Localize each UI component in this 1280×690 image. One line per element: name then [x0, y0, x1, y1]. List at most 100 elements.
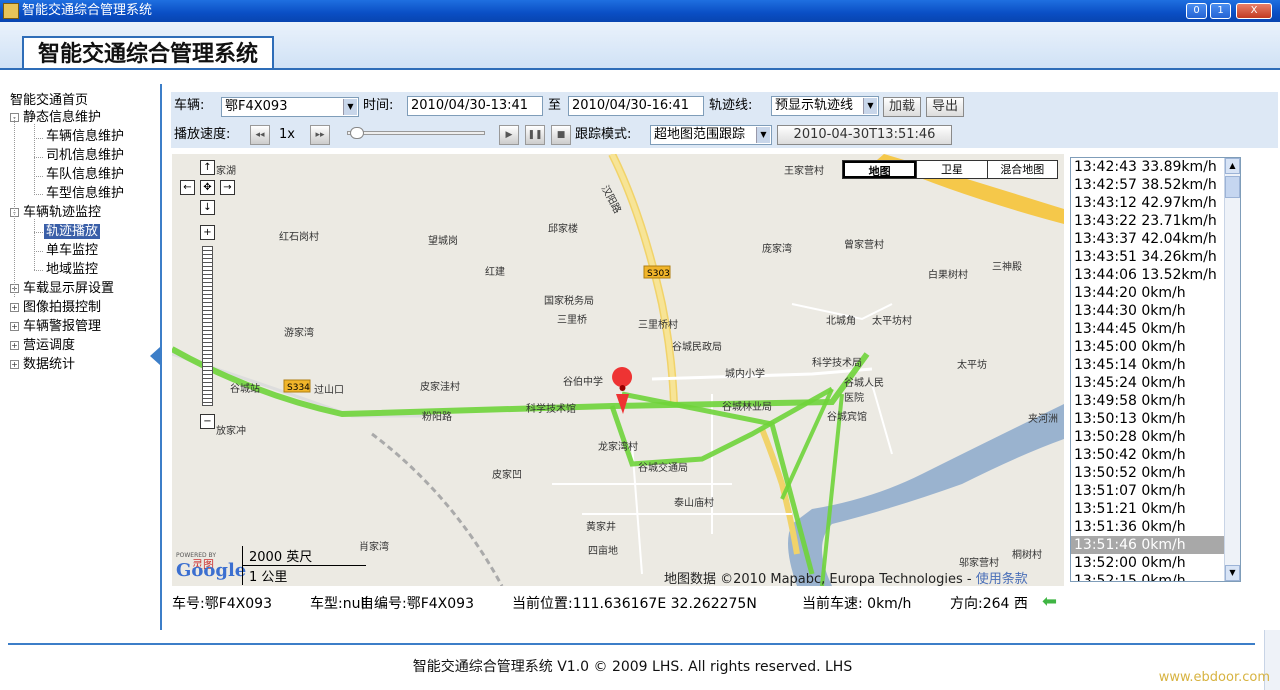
track-select[interactable]: 预显示轨迹线 ▼ [771, 96, 879, 116]
track-point-item[interactable]: 13:50:13 0km/h [1071, 410, 1240, 428]
collapse-sidebar-arrow-icon[interactable] [150, 347, 160, 365]
track-point-item[interactable]: 13:43:37 42.04km/h [1071, 230, 1240, 248]
status-self-no: 自编号:鄂F4X093 [360, 596, 474, 612]
track-point-item[interactable]: 13:43:22 23.71km/h [1071, 212, 1240, 230]
follow-mode-select[interactable]: 超地图范围跟踪 ▼ [650, 125, 772, 145]
terms-link[interactable]: 使用条款 [976, 572, 1028, 586]
track-point-item[interactable]: 13:42:43 33.89km/h [1071, 158, 1240, 176]
time-from-input[interactable]: 2010/04/30-13:41 [407, 96, 543, 116]
footer-copyright: 智能交通综合管理系统 V1.0 © 2009 LHS. All rights r… [412, 659, 853, 675]
fast-forward-button[interactable]: ▸▸ [310, 125, 330, 145]
zoom-slider[interactable] [202, 246, 213, 406]
track-point-item[interactable]: 13:52:00 0km/h [1071, 554, 1240, 572]
export-button[interactable]: 导出 [926, 97, 964, 117]
track-point-item[interactable]: 13:44:30 0km/h [1071, 302, 1240, 320]
map-place-label: 科学技术馆 [526, 404, 576, 415]
vehicle-select[interactable]: 鄂F4X093 ▼ [221, 97, 359, 117]
track-point-item[interactable]: 13:44:06 13.52km/h [1071, 266, 1240, 284]
vehicle-select-value: 鄂F4X093 [225, 99, 288, 114]
track-point-item[interactable]: 13:42:57 38.52km/h [1071, 176, 1240, 194]
sidebar-item-driver-info[interactable]: 司机信息维护 [46, 146, 124, 165]
map-place-label: 谷城宾馆 [827, 412, 867, 423]
scroll-up-icon[interactable]: ▲ [1225, 158, 1240, 174]
map-place-label: 谷城交通局 [638, 463, 688, 474]
map-place-label: 桐树村 [1012, 550, 1042, 561]
speed-label: 播放速度: [174, 127, 231, 142]
track-point-item[interactable]: 13:52:15 0km/h [1071, 572, 1240, 581]
maximize-button[interactable]: 1 [1210, 3, 1231, 19]
rewind-button[interactable]: ◂◂ [250, 125, 270, 145]
sidebar-item-label: 车型信息维护 [46, 186, 125, 201]
list-scrollbar[interactable]: ▲ ▼ [1224, 158, 1240, 581]
pan-center-icon[interactable]: ✥ [200, 180, 215, 195]
pan-right-icon[interactable]: → [220, 180, 235, 195]
track-point-item[interactable]: 13:50:42 0km/h [1071, 446, 1240, 464]
track-point-item[interactable]: 13:45:24 0km/h [1071, 374, 1240, 392]
track-point-item[interactable]: 13:45:00 0km/h [1071, 338, 1240, 356]
scale-metric: 1 公里 [242, 565, 366, 585]
window-titlebar: 智能交通综合管理系统 0 1 X [0, 0, 1280, 22]
track-point-item[interactable]: 13:44:45 0km/h [1071, 320, 1240, 338]
track-point-item[interactable]: 13:43:51 34.26km/h [1071, 248, 1240, 266]
track-point-item[interactable]: 13:44:20 0km/h [1071, 284, 1240, 302]
minimize-button[interactable]: 0 [1186, 3, 1207, 19]
track-point-item[interactable]: 13:50:52 0km/h [1071, 464, 1240, 482]
track-point-item[interactable]: 13:51:07 0km/h [1071, 482, 1240, 500]
svg-text:S303: S303 [647, 269, 670, 279]
map-type-satellite[interactable]: 卫星 [916, 161, 986, 178]
map-place-label: 曾家营村 [844, 240, 884, 251]
vehicle-label: 车辆: [174, 98, 205, 113]
sidebar-item-fleet-info[interactable]: 车队信息维护 [46, 165, 124, 184]
track-point-item[interactable]: 13:50:28 0km/h [1071, 428, 1240, 446]
slider-knob[interactable] [350, 127, 364, 139]
pan-left-icon[interactable]: ← [180, 180, 195, 195]
map-type-switcher: 地图 卫星 混合地图 [842, 160, 1058, 179]
status-direction: 方向:264 西 [950, 596, 1028, 612]
map-canvas[interactable]: S303 S334 家湖 王家营村 红石岗村 望城岗 邱家楼 庞家湾 曾家营村 … [172, 154, 1064, 586]
stop-button[interactable]: ■ [551, 125, 571, 145]
map-place-label: 黄家井 [586, 522, 616, 533]
sidebar-item-vehicle-info[interactable]: 车辆信息维护 [46, 127, 124, 146]
track-point-list[interactable]: 13:42:43 33.89km/h 13:42:57 38.52km/h 13:4… [1070, 157, 1241, 582]
status-speed: 当前车速: 0km/h [802, 596, 912, 612]
map-place-label: 家湖 [216, 166, 236, 177]
copyright-text: 地图数据 ©2010 Mapabc, Europa Technologies - [664, 572, 972, 586]
sidebar-divider [160, 84, 162, 630]
pause-button[interactable]: ❚❚ [525, 125, 545, 145]
track-point-item[interactable]: 13:49:58 0km/h [1071, 392, 1240, 410]
zoom-in-icon[interactable]: + [200, 225, 215, 240]
map-place-label: 王家营村 [784, 166, 824, 177]
scroll-thumb[interactable] [1225, 176, 1240, 198]
scroll-down-icon[interactable]: ▼ [1225, 565, 1240, 581]
progress-slider[interactable] [347, 127, 485, 139]
map-scale: 2000 英尺 1 公里 [242, 546, 366, 585]
app-icon [3, 3, 19, 19]
map-place-label: 过山口 [314, 385, 344, 396]
pan-up-icon[interactable]: ↑ [200, 160, 215, 175]
sidebar-item-label: 司机信息维护 [46, 148, 125, 163]
track-point-item[interactable]: 13:51:46 0km/h [1071, 536, 1240, 554]
map-type-map[interactable]: 地图 [843, 161, 917, 178]
time-to-input[interactable]: 2010/04/30-16:41 [568, 96, 704, 116]
track-point-rows: 13:42:43 33.89km/h 13:42:57 38.52km/h 13:4… [1071, 158, 1240, 581]
play-button[interactable]: ▶ [499, 125, 519, 145]
track-point-item[interactable]: 13:51:21 0km/h [1071, 500, 1240, 518]
map-type-hybrid[interactable]: 混合地图 [986, 161, 1057, 178]
track-point-item[interactable]: 13:43:12 42.97km/h [1071, 194, 1240, 212]
map-place-label: 北城角 [826, 316, 856, 327]
map-place-label: 国家税务局 [544, 296, 594, 307]
map-place-label: 三里桥 [557, 315, 587, 326]
sidebar-item-model-info[interactable]: 车型信息维护 [46, 184, 124, 203]
track-point-item[interactable]: 13:51:36 0km/h [1071, 518, 1240, 536]
map-place-label: 三里桥村 [638, 320, 678, 331]
scale-imperial: 2000 英尺 [242, 546, 366, 565]
track-point-item[interactable]: 13:45:14 0km/h [1071, 356, 1240, 374]
pan-down-icon[interactable]: ↓ [200, 200, 215, 215]
close-button[interactable]: X [1236, 3, 1272, 19]
load-button[interactable]: 加载 [883, 97, 921, 117]
zoom-out-icon[interactable]: − [200, 414, 215, 429]
map-place-label: 皮家凹 [492, 470, 522, 481]
svg-text:S334: S334 [287, 383, 310, 393]
map-place-label: 游家湾 [284, 328, 314, 339]
page-header: 智能交通综合管理系统 [0, 22, 1280, 70]
